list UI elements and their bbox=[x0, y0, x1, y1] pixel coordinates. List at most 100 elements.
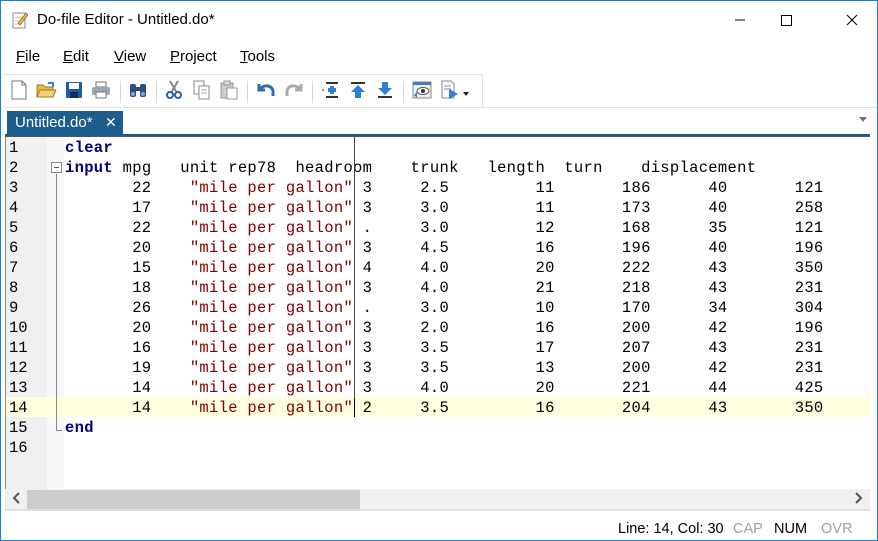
notepad-pencil-icon bbox=[12, 11, 29, 29]
paste-button[interactable] bbox=[218, 80, 240, 102]
code-line[interactable]: 1 clear bbox=[6, 137, 870, 157]
text-token: 4 4.0 20 222 43 350 bbox=[353, 259, 824, 277]
edge-guide-line bbox=[354, 137, 355, 417]
scroll-right-button[interactable] bbox=[848, 489, 870, 511]
maximize-button[interactable] bbox=[763, 1, 809, 39]
code-line[interactable]: 2 input mpg unit rep78 headroom trunk len… bbox=[6, 157, 870, 177]
text-token: 18 bbox=[65, 279, 190, 297]
cut-button[interactable] bbox=[163, 79, 185, 103]
keyword-token: end bbox=[65, 419, 94, 437]
text-token: 3 3.5 17 207 43 231 bbox=[353, 339, 824, 357]
tab-untitled-do[interactable]: Untitled.do* ✕ bbox=[7, 111, 123, 135]
code-editor[interactable]: 1 clear 2 input mpg unit rep78 headroom tru… bbox=[5, 137, 870, 489]
undo-button[interactable] bbox=[255, 80, 277, 102]
code-line[interactable]: 5 22 "mile per gallon" . 3.0 12 168 35 1… bbox=[6, 217, 870, 237]
previous-bookmark-button[interactable] bbox=[347, 80, 369, 102]
menu-view[interactable]: View bbox=[114, 48, 146, 65]
line-number: 13 bbox=[9, 379, 28, 397]
menu-file-mnemonic: F bbox=[16, 48, 26, 65]
scroll-left-button[interactable] bbox=[5, 489, 27, 511]
code-line[interactable]: 10 20 "mile per gallon" 3 2.0 16 200 42 … bbox=[6, 317, 870, 337]
string-token: "mile per gallon" bbox=[189, 199, 354, 217]
menu-view-label: iew bbox=[123, 48, 147, 65]
code-line[interactable]: 6 20 "mile per gallon" 3 4.5 16 196 40 1… bbox=[6, 237, 870, 257]
do-file-editor-window: Do-file Editor - Untitled.do* File Edit … bbox=[0, 0, 878, 541]
open-button[interactable] bbox=[35, 80, 57, 102]
toolbar-separator bbox=[156, 81, 157, 103]
fold-collapse-icon[interactable] bbox=[51, 162, 62, 173]
cut-icon bbox=[165, 79, 183, 103]
line-number: 5 bbox=[9, 219, 19, 237]
line-number: 9 bbox=[9, 299, 19, 317]
redo-button[interactable] bbox=[283, 80, 305, 102]
code-text: 22 "mile per gallon" 3 2.5 11 186 40 121 bbox=[65, 179, 824, 197]
tab-close-icon[interactable]: ✕ bbox=[105, 114, 117, 131]
tab-label: Untitled.do* bbox=[15, 114, 93, 131]
tab-list-dropdown-icon[interactable] bbox=[859, 117, 867, 122]
text-token: 22 bbox=[65, 219, 190, 237]
menu-project[interactable]: Project bbox=[170, 48, 217, 65]
code-text: 14 "mile per gallon" 3 4.0 20 221 44 425 bbox=[65, 379, 824, 397]
string-token: "mile per gallon" bbox=[189, 179, 354, 197]
toolbar-separator bbox=[120, 81, 121, 103]
show-file-in-viewer-button[interactable] bbox=[411, 80, 433, 102]
chevron-right-icon bbox=[855, 491, 863, 509]
code-text: 22 "mile per gallon" . 3.0 12 168 35 121 bbox=[65, 219, 824, 237]
menu-file[interactable]: File bbox=[16, 48, 40, 65]
menu-tools-label: ools bbox=[247, 48, 276, 65]
string-token: "mile per gallon" bbox=[189, 299, 354, 317]
menu-tools-mnemonic: T bbox=[240, 48, 248, 65]
execute-dropdown-button[interactable] bbox=[461, 80, 473, 102]
code-line[interactable]: 16 bbox=[6, 437, 870, 457]
string-token: "mile per gallon" bbox=[189, 259, 354, 277]
code-line[interactable]: 12 19 "mile per gallon" 3 3.5 13 200 42 … bbox=[6, 357, 870, 377]
minimize-button[interactable] bbox=[717, 1, 763, 39]
scrollbar-thumb[interactable] bbox=[27, 490, 360, 509]
print-button[interactable] bbox=[90, 80, 112, 102]
text-token: 26 bbox=[65, 299, 190, 317]
code-line[interactable]: 4 17 "mile per gallon" 3 3.0 11 173 40 2… bbox=[6, 197, 870, 217]
copy-button[interactable] bbox=[191, 80, 213, 102]
horizontal-scrollbar[interactable] bbox=[5, 489, 870, 511]
num-lock-indicator: NUM bbox=[774, 521, 808, 537]
menu-tools[interactable]: Tools bbox=[240, 48, 275, 65]
execute-do-button[interactable] bbox=[439, 80, 461, 102]
code-line[interactable]: 7 15 "mile per gallon" 4 4.0 20 222 43 3… bbox=[6, 257, 870, 277]
code-text: input mpg unit rep78 headroom trunk leng… bbox=[65, 159, 756, 177]
code-line[interactable]: 15 end bbox=[6, 417, 870, 437]
next-bookmark-button[interactable] bbox=[374, 80, 396, 102]
text-token: 3 4.0 20 221 44 425 bbox=[353, 379, 824, 397]
previous-bookmark-icon bbox=[348, 81, 368, 102]
paste-icon bbox=[220, 80, 238, 103]
new-file-button[interactable] bbox=[8, 80, 30, 102]
text-token: 14 bbox=[65, 399, 190, 417]
close-button[interactable] bbox=[829, 1, 875, 39]
text-token: . 3.0 12 168 35 121 bbox=[353, 219, 824, 237]
code-line[interactable]: 14 14 "mile per gallon" 2 3.5 16 204 43 … bbox=[6, 397, 870, 417]
save-button[interactable] bbox=[63, 80, 85, 102]
toolbar bbox=[3, 74, 483, 108]
new-file-icon bbox=[10, 80, 28, 103]
line-number: 4 bbox=[9, 199, 19, 217]
code-line[interactable]: 8 18 "mile per gallon" 3 4.0 21 218 43 2… bbox=[6, 277, 870, 297]
toggle-bookmark-button[interactable] bbox=[319, 80, 341, 102]
text-token: 20 bbox=[65, 319, 190, 337]
code-line[interactable]: 3 22 "mile per gallon" 3 2.5 11 186 40 1… bbox=[6, 177, 870, 197]
string-token: "mile per gallon" bbox=[189, 399, 354, 417]
text-token: . 3.0 10 170 34 304 bbox=[353, 299, 824, 317]
find-button[interactable] bbox=[127, 80, 149, 102]
code-text: end bbox=[65, 419, 94, 437]
find-binoculars-icon bbox=[128, 81, 148, 102]
menu-edit[interactable]: Edit bbox=[63, 48, 89, 65]
menu-bar: File Edit View Project Tools bbox=[1, 45, 877, 69]
text-token: 3 2.5 11 186 40 121 bbox=[353, 179, 824, 197]
code-line[interactable]: 11 16 "mile per gallon" 3 3.5 17 207 43 … bbox=[6, 337, 870, 357]
code-line[interactable]: 13 14 "mile per gallon" 3 4.0 20 221 44 … bbox=[6, 377, 870, 397]
text-token: 3 4.0 21 218 43 231 bbox=[353, 279, 824, 297]
line-number: 7 bbox=[9, 259, 19, 277]
code-text: 20 "mile per gallon" 3 4.5 16 196 40 196 bbox=[65, 239, 824, 257]
text-token: 3 3.0 11 173 40 258 bbox=[353, 199, 824, 217]
line-number: 12 bbox=[9, 359, 28, 377]
line-number: 10 bbox=[9, 319, 28, 337]
code-line[interactable]: 9 26 "mile per gallon" . 3.0 10 170 34 3… bbox=[6, 297, 870, 317]
